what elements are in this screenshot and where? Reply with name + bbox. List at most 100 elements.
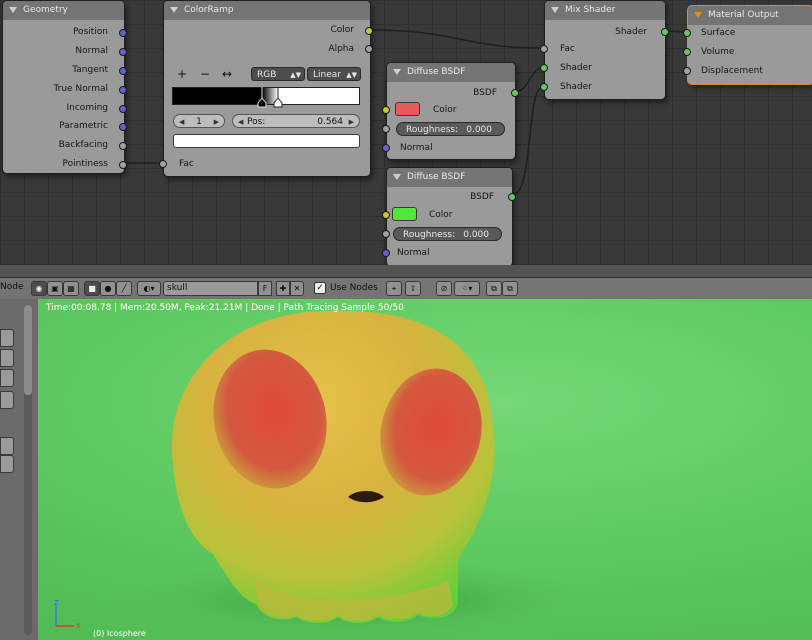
- copy-nodes-icon[interactable]: ⧉: [486, 281, 502, 296]
- socket-normal[interactable]: [119, 48, 127, 56]
- material-output-displacement: Displacement: [701, 66, 763, 76]
- diffuse-bsdf-2-header[interactable]: Diffuse BSDF: [387, 168, 512, 187]
- paste-nodes-icon[interactable]: ⧉: [502, 281, 518, 296]
- diffuse-1-color-swatch[interactable]: [395, 102, 420, 116]
- geometry-output-true-normal: True Normal: [53, 84, 108, 94]
- color-mode-dropdown[interactable]: RGB ▲▼: [251, 67, 305, 81]
- diffuse-bsdf-2-title: Diffuse BSDF: [407, 172, 466, 182]
- add-stop-button[interactable]: +: [177, 67, 187, 81]
- new-material-icon[interactable]: ✚: [276, 281, 290, 296]
- socket-diffuse-1-roughness[interactable]: [382, 125, 390, 133]
- object-shader-icon[interactable]: ◉: [31, 281, 47, 296]
- decrement-arrow-icon[interactable]: ◀: [238, 115, 243, 129]
- decrement-arrow-icon[interactable]: ◀: [179, 115, 184, 129]
- collapse-icon[interactable]: [170, 6, 178, 13]
- socket-color-out[interactable]: [365, 27, 373, 35]
- socket-pointiness[interactable]: [119, 161, 127, 169]
- socket-backfacing[interactable]: [119, 142, 127, 150]
- material-output-node[interactable]: Material Output Surface Volume Displacem…: [683, 5, 812, 85]
- backdrop-icon[interactable]: ⊘: [436, 281, 452, 296]
- socket-mix-shader-2[interactable]: [540, 83, 548, 91]
- texture-icon[interactable]: ▦: [63, 281, 79, 296]
- diffuse-2-roughness-field[interactable]: Roughness: 0.000: [393, 227, 502, 241]
- shelf-tab-2[interactable]: [0, 349, 14, 367]
- shelf-tab-1[interactable]: [0, 329, 14, 347]
- socket-incoming[interactable]: [119, 105, 127, 113]
- socket-diffuse-1-color[interactable]: [382, 106, 390, 114]
- diffuse-1-roughness-label: Roughness:: [406, 125, 459, 135]
- color-stop-markers[interactable]: [172, 87, 360, 109]
- diffuse-bsdf-1-header[interactable]: Diffuse BSDF: [387, 63, 515, 82]
- socket-surface[interactable]: [683, 29, 691, 37]
- object-icon[interactable]: ■: [84, 281, 100, 296]
- colorramp-node-title: ColorRamp: [184, 5, 234, 15]
- socket-mix-fac[interactable]: [540, 45, 548, 53]
- collapse-icon[interactable]: [393, 173, 401, 180]
- geometry-node[interactable]: Geometry Position Normal Tangent True No…: [2, 0, 127, 174]
- mix-shader-node[interactable]: Mix Shader Shader Fac Shader Shader: [540, 0, 669, 100]
- color-stop-0[interactable]: [257, 87, 267, 108]
- use-nodes-checkbox[interactable]: ✓: [314, 282, 326, 294]
- geometry-output-position: Position: [72, 27, 108, 37]
- colorramp-node[interactable]: ColorRamp Color Alpha + − ↔ RGB ▲▼ Linear…: [159, 0, 373, 177]
- socket-volume[interactable]: [683, 48, 691, 56]
- collapse-icon[interactable]: [551, 6, 559, 13]
- diffuse-bsdf-node-1[interactable]: Diffuse BSDF BSDF Color Roughness: 0.000 …: [382, 62, 519, 160]
- diffuse-bsdf-node-2[interactable]: Diffuse BSDF BSDF Color Roughness: 0.000 …: [382, 167, 516, 265]
- snap-icon[interactable]: ⌖: [386, 281, 402, 296]
- node-editor[interactable]: Geometry Position Normal Tangent True No…: [0, 0, 812, 265]
- node-menu[interactable]: Node: [0, 282, 24, 292]
- socket-mix-shader-out[interactable]: [661, 28, 669, 36]
- colorramp-node-header[interactable]: ColorRamp: [164, 1, 370, 20]
- world-shader-icon[interactable]: ▣: [47, 281, 63, 296]
- color-stop-1-active[interactable]: [273, 87, 283, 108]
- interpolation-dropdown[interactable]: Linear ▲▼: [307, 67, 361, 81]
- shelf-tab-6[interactable]: [0, 455, 14, 473]
- remove-stop-button[interactable]: −: [200, 67, 210, 81]
- shelf-tab-4[interactable]: [0, 391, 14, 409]
- collapse-icon[interactable]: [9, 6, 17, 13]
- socket-fac-in[interactable]: [159, 160, 167, 168]
- brush-icon[interactable]: ╱: [116, 281, 132, 296]
- shelf-scrollbar-thumb[interactable]: [24, 305, 32, 395]
- socket-bsdf-2-out[interactable]: [508, 193, 516, 201]
- socket-mix-shader-1[interactable]: [540, 64, 548, 72]
- socket-position[interactable]: [119, 29, 127, 37]
- socket-alpha-out[interactable]: [365, 45, 373, 53]
- mix-shader-header[interactable]: Mix Shader: [545, 1, 665, 20]
- fake-user-button[interactable]: F: [258, 281, 272, 296]
- material-browse-icon[interactable]: ◐▾: [137, 281, 161, 296]
- increment-arrow-icon[interactable]: ▶: [349, 115, 354, 129]
- stop-position-field[interactable]: ◀ Pos: 0.564 ▶: [232, 114, 360, 128]
- 3d-viewport-render[interactable]: Time:00:08.78 | Mem:20.50M, Peak:21.21M …: [38, 299, 812, 640]
- world-icon[interactable]: ●: [100, 281, 116, 296]
- socket-tangent[interactable]: [119, 67, 127, 75]
- diffuse-2-color-swatch[interactable]: [392, 207, 417, 221]
- socket-displacement[interactable]: [683, 67, 691, 75]
- diffuse-1-roughness-field[interactable]: Roughness: 0.000: [396, 122, 505, 136]
- material-name-field[interactable]: skull: [163, 281, 258, 296]
- increment-arrow-icon[interactable]: ▶: [214, 115, 219, 129]
- socket-parametric[interactable]: [119, 123, 127, 131]
- socket-diffuse-2-roughness[interactable]: [382, 230, 390, 238]
- socket-diffuse-2-color[interactable]: [382, 211, 390, 219]
- socket-diffuse-1-normal[interactable]: [382, 144, 390, 152]
- collapse-icon[interactable]: [393, 68, 401, 75]
- material-output-header[interactable]: Material Output: [688, 6, 812, 25]
- unlink-material-icon[interactable]: ✕: [290, 281, 304, 296]
- socket-bsdf-1-out[interactable]: [511, 89, 519, 97]
- socket-true-normal[interactable]: [119, 86, 127, 94]
- parent-node-icon[interactable]: ⇧: [405, 281, 421, 296]
- snap-mode-dropdown-icon[interactable]: ⁘▾: [454, 281, 480, 296]
- shelf-tab-3[interactable]: [0, 369, 14, 387]
- collapse-icon[interactable]: [694, 11, 702, 18]
- stop-color-swatch[interactable]: [173, 134, 360, 148]
- shelf-tab-5[interactable]: [0, 437, 14, 455]
- diffuse-bsdf-1-output: BSDF: [473, 88, 497, 98]
- flip-ramp-button[interactable]: ↔: [222, 67, 232, 81]
- socket-diffuse-2-normal[interactable]: [382, 249, 390, 257]
- area-splitter[interactable]: [0, 265, 812, 277]
- shelf-scrollbar[interactable]: [24, 305, 32, 635]
- geometry-node-header[interactable]: Geometry: [3, 1, 124, 20]
- active-stop-index-field[interactable]: ◀ 1 ▶: [173, 114, 225, 128]
